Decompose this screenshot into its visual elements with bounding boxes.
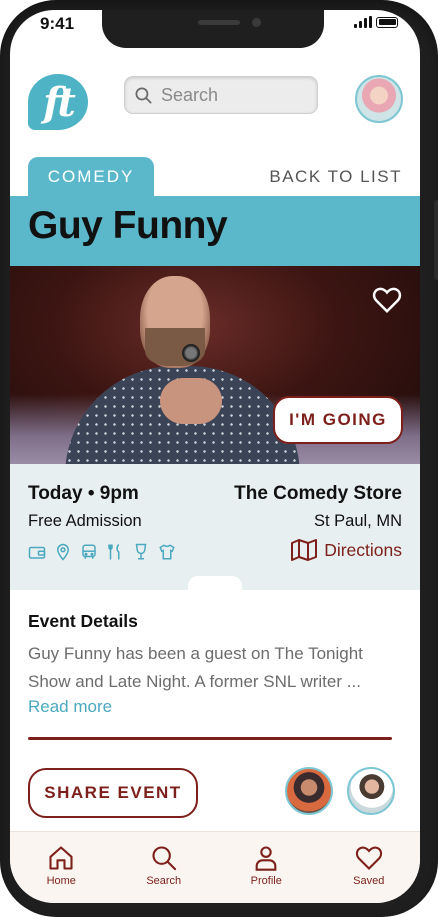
category-tag: COMEDY — [28, 157, 154, 197]
event-hero-image: I'M GOING — [10, 266, 420, 464]
event-details-text: Guy Funny has been a guest on The Tonigh… — [28, 644, 363, 691]
map-icon — [291, 539, 318, 561]
tab-profile-label: Profile — [250, 875, 282, 887]
search-icon — [152, 846, 176, 871]
user-avatar[interactable] — [355, 75, 403, 123]
event-venue[interactable]: The Comedy Store — [234, 483, 402, 505]
event-admission: Free Admission — [28, 512, 142, 530]
tab-home-label: Home — [46, 875, 76, 887]
app-logo[interactable]: ft — [28, 74, 88, 130]
tab-search-label: Search — [146, 875, 182, 887]
tshirt-icon — [159, 544, 175, 560]
bottom-tab-bar: Home Search Profile Saved — [10, 831, 420, 903]
attendee-avatar[interactable] — [285, 767, 333, 815]
signal-icon — [354, 16, 372, 28]
directions-link[interactable]: Directions — [291, 539, 402, 561]
directions-label: Directions — [324, 539, 402, 560]
device-notch — [102, 10, 324, 48]
event-info-panel: Today • 9pm Free Admission The Comedy St… — [10, 464, 420, 590]
person-icon — [255, 846, 277, 871]
heart-icon — [355, 846, 382, 870]
read-more-link[interactable]: Read more — [28, 697, 112, 717]
tab-profile[interactable]: Profile — [226, 832, 306, 903]
event-title: Guy Funny — [28, 204, 228, 247]
im-going-button[interactable]: I'M GOING — [273, 396, 403, 444]
heart-icon[interactable] — [372, 286, 402, 314]
attendee-avatar[interactable] — [347, 767, 395, 815]
amenity-icons — [28, 543, 176, 561]
tab-home[interactable]: Home — [21, 832, 101, 903]
back-to-list-link[interactable]: BACK TO LIST — [269, 167, 402, 187]
status-time: 9:41 — [40, 14, 75, 33]
notch-camera — [252, 18, 261, 27]
status-icons — [354, 16, 398, 28]
utensils-icon — [108, 543, 120, 560]
bus-icon — [82, 544, 96, 559]
tab-search[interactable]: Search — [124, 832, 204, 903]
tab-saved[interactable]: Saved — [329, 832, 409, 903]
app-screen: 9:41 ft COMEDY BACK TO LIST Guy Funny — [10, 10, 420, 903]
title-band: Guy Funny — [10, 196, 420, 266]
location-pin-icon — [56, 543, 70, 561]
battery-icon — [376, 16, 398, 28]
event-details-heading: Event Details — [28, 611, 138, 631]
section-divider — [28, 737, 392, 740]
notch-speaker — [198, 20, 240, 25]
wine-glass-icon — [135, 543, 147, 560]
tab-saved-label: Saved — [353, 875, 385, 887]
wallet-icon — [28, 546, 46, 559]
search-icon — [135, 87, 152, 103]
phone-frame: 9:41 ft COMEDY BACK TO LIST Guy Funny — [0, 0, 438, 917]
home-icon — [49, 846, 73, 870]
phone-side-button — [434, 200, 438, 280]
search-bar[interactable] — [124, 76, 318, 114]
panel-handle — [188, 576, 242, 596]
performer-hands — [160, 378, 222, 424]
search-input[interactable] — [159, 83, 303, 107]
share-event-button[interactable]: SHARE EVENT — [28, 768, 198, 818]
event-city: St Paul, MN — [313, 512, 402, 530]
microphone — [182, 344, 200, 362]
event-time: Today • 9pm — [28, 483, 139, 504]
